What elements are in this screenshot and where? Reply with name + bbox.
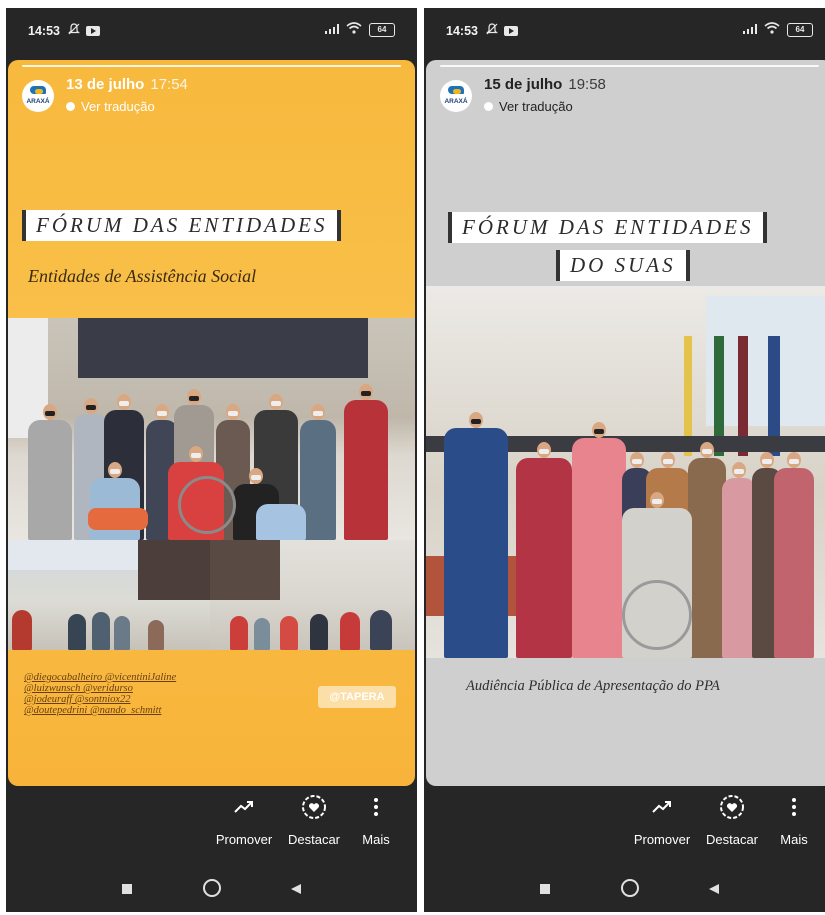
heart-circle-icon (719, 794, 745, 823)
status-bar: 14:53 64 (424, 8, 825, 56)
translate-dot-icon (484, 102, 493, 111)
mention-line[interactable]: @jodeuraff @sontniox22 (24, 694, 176, 705)
see-translation-link[interactable]: Ver tradução (66, 99, 155, 114)
story-subtitle: Entidades de Assistência Social (28, 266, 257, 286)
vertical-dots-icon (791, 797, 797, 820)
story-date: 13 de julho 17:54 (66, 76, 188, 93)
mention-line[interactable]: @luizwunsch @veridurso (24, 683, 176, 694)
promote-label: Promover (215, 832, 273, 847)
android-navbar (6, 868, 417, 912)
see-translation-link[interactable]: Ver tradução (484, 99, 573, 114)
story-title-line-2: DO SUAS (556, 250, 690, 281)
heart-circle-icon (301, 794, 327, 823)
mute-bell-icon (68, 23, 80, 38)
signal-icon (325, 23, 339, 37)
more-label: Mais (780, 832, 808, 847)
see-translation-label: Ver tradução (499, 99, 573, 114)
story-header: ARAXÁ 15 de julho 19:58 Ver tradução (440, 74, 819, 114)
wifi-icon (346, 22, 362, 37)
group-photo (8, 318, 415, 540)
wifi-icon (764, 22, 780, 37)
mention-line[interactable]: @diegocabalheiro @vicentiniJaline (24, 672, 176, 683)
story-actions: Promover Destacar Mais (424, 794, 825, 864)
more-label: Mais (362, 832, 390, 847)
avatar[interactable]: ARAXÁ (440, 80, 472, 112)
story-date-text: 15 de julho (484, 76, 563, 93)
trending-up-icon (652, 800, 672, 817)
story-date: 15 de julho 19:58 (484, 76, 606, 93)
location-tag-sticker[interactable]: @TAPERA (318, 686, 396, 708)
story-title-line-1: FÓRUM DAS ENTIDADES (448, 212, 768, 243)
story-actions: Promover Destacar Mais (6, 794, 417, 864)
android-navbar (424, 868, 825, 912)
story-title: FÓRUM DAS ENTIDADES (22, 210, 342, 241)
avatar-label: ARAXÁ (444, 98, 468, 105)
story-progress-bar (440, 65, 819, 67)
promote-button[interactable]: Promover (204, 794, 284, 847)
mention-line[interactable]: @doutepedrini @nando_schmitt (24, 705, 176, 716)
trending-up-icon (234, 800, 254, 817)
translate-dot-icon (66, 102, 75, 111)
story-card[interactable]: ARAXÁ 13 de julho 17:54 Ver tradução FÓRU… (8, 60, 415, 786)
promote-button[interactable]: Promover (622, 794, 702, 847)
see-translation-label: Ver tradução (81, 99, 155, 114)
triangle-back-icon[interactable] (708, 882, 720, 900)
highlight-label: Destacar (705, 832, 759, 847)
mention-tags: @diegocabalheiro @vicentiniJaline @luizw… (24, 672, 176, 716)
triangle-back-icon[interactable] (290, 882, 302, 900)
story-header: ARAXÁ 13 de julho 17:54 Ver tradução (22, 74, 401, 114)
more-button[interactable]: Mais (336, 794, 416, 847)
mute-bell-icon (486, 23, 498, 38)
battery-indicator: 64 (369, 22, 395, 37)
battery-indicator: 64 (787, 22, 813, 37)
signal-icon (743, 23, 757, 37)
status-time: 14:53 (446, 24, 478, 38)
right-phone-screen: 14:53 64 ARAXÁ 15 de julho 19:58 Ver tra… (424, 8, 825, 912)
youtube-icon (86, 25, 100, 36)
story-caption: Audiência Pública de Apresentação do PPA (466, 678, 720, 694)
square-icon[interactable] (539, 882, 551, 900)
square-icon[interactable] (121, 882, 133, 900)
meeting-photo-right (210, 540, 415, 650)
youtube-icon (504, 25, 518, 36)
story-date-text: 13 de julho (66, 76, 145, 93)
avatar-label: ARAXÁ (26, 98, 50, 105)
story-progress-bar (22, 65, 401, 67)
story-card[interactable]: ARAXÁ 15 de julho 19:58 Ver tradução FÓRU… (426, 60, 825, 786)
status-time: 14:53 (28, 24, 60, 38)
group-photo (426, 286, 825, 658)
story-time: 17:54 (150, 76, 188, 93)
promote-label: Promover (633, 832, 691, 847)
highlight-label: Destacar (287, 832, 341, 847)
story-time: 19:58 (568, 76, 606, 93)
meeting-photo-left (8, 540, 210, 650)
avatar[interactable]: ARAXÁ (22, 80, 54, 112)
more-button[interactable]: Mais (754, 794, 825, 847)
status-bar: 14:53 64 (6, 8, 417, 56)
circle-icon[interactable] (620, 878, 640, 903)
circle-icon[interactable] (202, 878, 222, 903)
vertical-dots-icon (373, 797, 379, 820)
left-phone-screen: 14:53 64 ARAXÁ 13 de julho 17:54 Ver tra… (6, 8, 417, 912)
